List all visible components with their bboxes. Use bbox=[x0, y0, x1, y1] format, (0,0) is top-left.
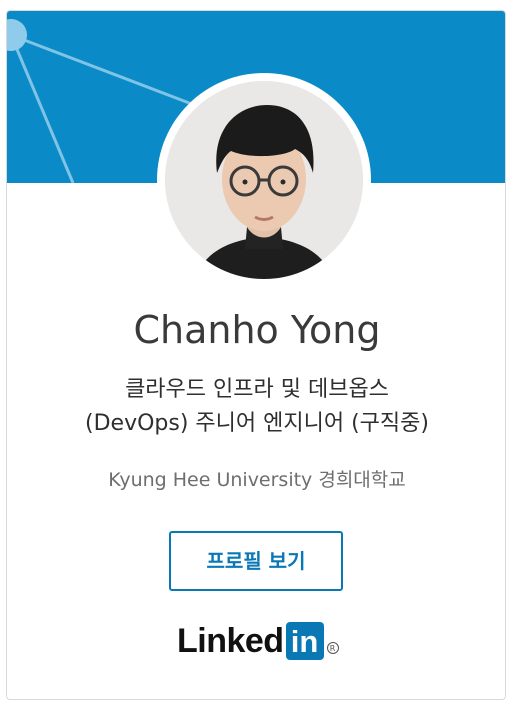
avatar-ring bbox=[157, 73, 371, 287]
linkedin-logo-wordmark: Linked bbox=[177, 622, 284, 660]
headline-line-1: 클라우드 인프라 및 데브옵스 bbox=[125, 377, 389, 402]
headline-line-2: (DevOps) 주니어 엔지니어 (구직중) bbox=[85, 411, 429, 436]
linkedin-in-icon: in bbox=[285, 622, 324, 660]
profile-badge-card: Chanho Yong 클라우드 인프라 및 데브옵스 (DevOps) 주니어… bbox=[6, 10, 506, 700]
profile-name[interactable]: Chanho Yong bbox=[7, 307, 505, 353]
avatar-photo-illustration bbox=[165, 81, 363, 279]
profile-headline: 클라우드 인프라 및 데브옵스 (DevOps) 주니어 엔지니어 (구직중) bbox=[27, 373, 487, 441]
view-profile-button[interactable]: 프로필 보기 bbox=[169, 531, 343, 591]
avatar[interactable] bbox=[165, 81, 363, 279]
registered-trademark-icon: R bbox=[326, 642, 339, 654]
linkedin-logo[interactable]: Linked in R bbox=[177, 621, 339, 661]
profile-school[interactable]: Kyung Hee University 경희대학교 bbox=[7, 465, 505, 495]
